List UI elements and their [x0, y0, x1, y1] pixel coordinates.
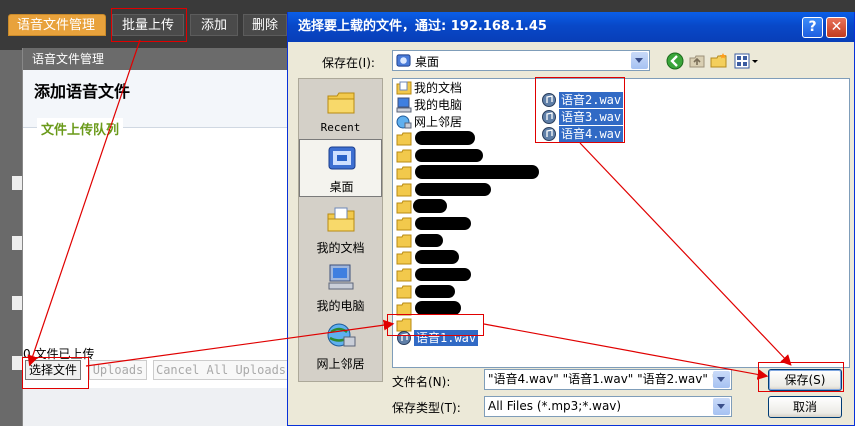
- folder-icon: [396, 217, 412, 231]
- place-desktop[interactable]: 桌面: [299, 139, 382, 197]
- redacted-folder-name: [415, 234, 443, 247]
- redacted-folder-name: [415, 301, 461, 315]
- chevron-down-icon[interactable]: [713, 371, 730, 388]
- redacted-folder-name: [413, 199, 447, 213]
- filetype-label: 保存类型(T):: [392, 401, 461, 415]
- network-icon: [396, 115, 412, 129]
- up-folder-icon[interactable]: [688, 52, 706, 70]
- annotation-box-voice-1: [387, 314, 484, 336]
- annotation-box-save: [758, 362, 844, 392]
- my-computer-icon: [396, 97, 412, 113]
- app-left-rail: [0, 50, 22, 426]
- close-button[interactable]: ✕: [826, 17, 847, 38]
- redacted-folder-name: [415, 250, 459, 264]
- redacted-folder-name: [415, 217, 471, 230]
- place-network[interactable]: 网上邻居: [299, 317, 382, 375]
- chevron-down-icon[interactable]: [713, 398, 730, 415]
- uploads-button[interactable]: Uploads: [89, 360, 147, 380]
- file-label: 我的文档: [414, 81, 463, 95]
- place-label: 桌面: [329, 180, 354, 194]
- cancel-button[interactable]: 取消: [768, 396, 842, 418]
- view-menu-icon[interactable]: [734, 52, 760, 70]
- place-recent[interactable]: Recent: [299, 83, 382, 141]
- redacted-folder-name: [415, 285, 455, 298]
- annotation-box-batch-upload: [111, 8, 187, 42]
- rail-mark: [12, 236, 22, 250]
- new-folder-icon[interactable]: [710, 52, 728, 70]
- save-in-label: 保存在(I):: [322, 56, 375, 70]
- help-button[interactable]: ?: [802, 17, 823, 38]
- annotation-box-choose-files: [22, 357, 89, 389]
- redacted-folder-name: [415, 149, 483, 162]
- file-label: 我的电脑: [414, 98, 463, 112]
- redacted-folder-name: [415, 183, 491, 196]
- cancel-all-uploads-button[interactable]: Cancel All Uploads: [153, 360, 289, 380]
- chevron-down-icon[interactable]: [631, 52, 648, 69]
- filename-label: 文件名(N):: [392, 375, 451, 389]
- file-label: 网上邻居: [414, 115, 463, 129]
- folder-icon: [396, 251, 412, 265]
- folder-icon: [396, 149, 412, 163]
- folder-icon: [396, 234, 412, 248]
- upload-queue-label: 文件上传队列: [37, 118, 124, 139]
- folder-icon: [396, 132, 412, 146]
- recent-folder-icon: [327, 92, 355, 114]
- places-bar: Recent 桌面 我的文档 我的电脑 网上邻居: [298, 78, 383, 382]
- panel-title: 语音文件管理: [23, 48, 289, 70]
- place-my-documents[interactable]: 我的文档: [299, 201, 382, 259]
- folder-icon: [396, 166, 412, 180]
- filetype-select[interactable]: All Files (*.mp3;*.wav): [484, 396, 732, 417]
- rail-mark: [12, 296, 22, 310]
- my-documents-icon: [396, 81, 412, 95]
- place-label: 我的电脑: [316, 299, 365, 313]
- filename-input[interactable]: "语音4.wav" "语音1.wav" "语音2.wav" "i: [484, 369, 732, 390]
- back-icon[interactable]: [666, 52, 684, 70]
- redacted-folder-name: [415, 165, 539, 179]
- place-label: 我的文档: [316, 241, 365, 255]
- folder-icon: [396, 285, 412, 299]
- rail-mark: [12, 176, 22, 190]
- my-computer-icon: [328, 264, 354, 290]
- folder-icon: [396, 200, 412, 214]
- tab-voice-file-management[interactable]: 语音文件管理: [8, 14, 106, 36]
- dialog-title: 选择要上载的文件，通过: 192.168.1.45: [288, 12, 854, 42]
- save-in-select[interactable]: 桌面: [392, 50, 650, 71]
- delete-button[interactable]: 删除: [243, 14, 287, 36]
- annotation-box-selected-files: [535, 77, 625, 143]
- panel-footer: [23, 388, 289, 426]
- rail-mark: [12, 356, 22, 370]
- filetype-value: All Files (*.mp3;*.wav): [488, 399, 622, 413]
- panel-heading: 添加语音文件: [34, 82, 131, 101]
- save-in-value: 桌面: [415, 55, 440, 69]
- filename-value: "语音4.wav" "语音1.wav" "语音2.wav" "i: [488, 372, 721, 386]
- my-documents-icon: [327, 207, 355, 232]
- desktop-icon: [328, 146, 356, 170]
- folder-icon: [396, 268, 412, 282]
- redacted-folder-name: [415, 268, 471, 281]
- folder-icon: [396, 183, 412, 197]
- network-icon: [327, 323, 356, 347]
- place-label: Recent: [320, 121, 361, 134]
- redacted-folder-name: [415, 131, 475, 145]
- desktop-icon: [396, 54, 411, 67]
- add-button[interactable]: 添加: [190, 14, 238, 36]
- place-label: 网上邻居: [316, 357, 365, 371]
- place-my-computer[interactable]: 我的电脑: [299, 259, 382, 317]
